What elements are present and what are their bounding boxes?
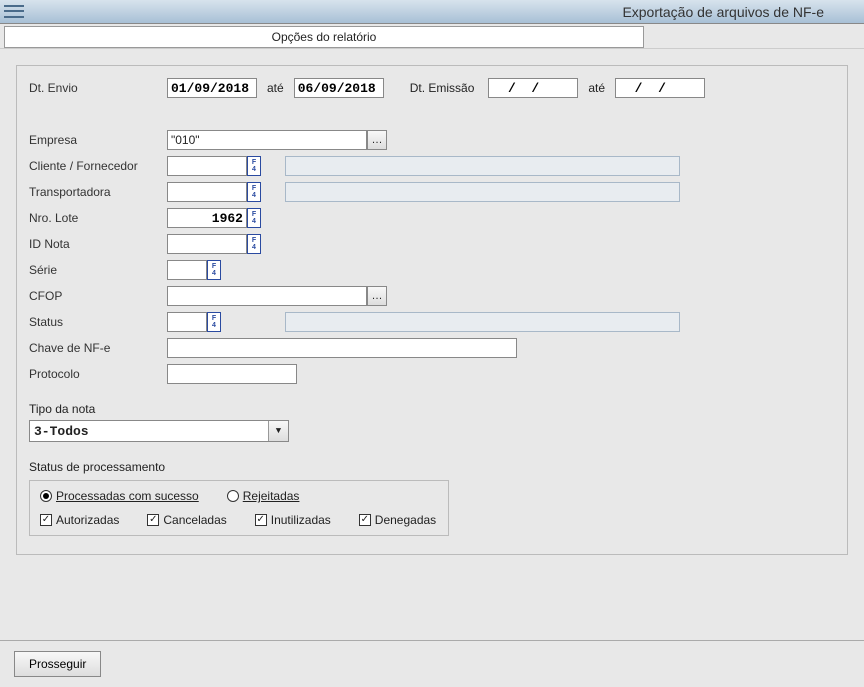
dt-envio-to[interactable] — [294, 78, 384, 98]
radio-processadas[interactable]: Processadas com sucesso — [40, 489, 199, 503]
footer: Prosseguir — [0, 640, 864, 687]
prosseguir-button[interactable]: Prosseguir — [14, 651, 101, 677]
menu-icon[interactable] — [4, 4, 24, 20]
serie-input[interactable] — [167, 260, 207, 280]
transportadora-input[interactable] — [167, 182, 247, 202]
check-canceladas-label: Canceladas — [163, 513, 226, 527]
chevron-down-icon: ▼ — [268, 421, 288, 441]
transportadora-display — [285, 182, 680, 202]
transportadora-label: Transportadora — [29, 185, 167, 199]
status-processamento-group: Processadas com sucesso Rejeitadas ✓ Aut… — [29, 480, 449, 536]
status-label: Status — [29, 315, 167, 329]
row-transportadora: Transportadora F4 — [29, 180, 835, 204]
row-lote: Nro. Lote F4 — [29, 206, 835, 230]
row-protocolo: Protocolo — [29, 362, 835, 386]
row-serie: Série F4 — [29, 258, 835, 282]
serie-f4-icon[interactable]: F4 — [207, 260, 221, 280]
check-inutilizadas-label: Inutilizadas — [271, 513, 331, 527]
lote-input[interactable] — [167, 208, 247, 228]
dt-emissao-label: Dt. Emissão — [410, 81, 475, 95]
cliente-input[interactable] — [167, 156, 247, 176]
row-dt-envio: Dt. Envio até Dt. Emissão até — [29, 76, 835, 100]
lote-label: Nro. Lote — [29, 211, 167, 225]
row-cliente: Cliente / Fornecedor F4 — [29, 154, 835, 178]
radio-rejeitadas-label: Rejeitadas — [243, 489, 300, 503]
idnota-label: ID Nota — [29, 237, 167, 251]
row-empresa: Empresa "010" … — [29, 128, 835, 152]
status-f4-icon[interactable]: F4 — [207, 312, 221, 332]
row-chave: Chave de NF-e — [29, 336, 835, 360]
check-autorizadas[interactable]: ✓ Autorizadas — [40, 513, 119, 527]
dt-envio-label: Dt. Envio — [29, 81, 167, 95]
tipo-select[interactable]: 3-Todos ▼ — [29, 420, 289, 442]
cfop-input[interactable] — [167, 286, 367, 306]
serie-label: Série — [29, 263, 167, 277]
check-canceladas[interactable]: ✓ Canceladas — [147, 513, 226, 527]
check-autorizadas-label: Autorizadas — [56, 513, 119, 527]
radio-processadas-label: Processadas com sucesso — [56, 489, 199, 503]
cliente-f4-icon[interactable]: F4 — [247, 156, 261, 176]
transportadora-f4-icon[interactable]: F4 — [247, 182, 261, 202]
status-input[interactable] — [167, 312, 207, 332]
ate-label-2: até — [588, 81, 605, 95]
cfop-label: CFOP — [29, 289, 167, 303]
empresa-lookup-button[interactable]: … — [367, 130, 387, 150]
cliente-label: Cliente / Fornecedor — [29, 159, 167, 173]
window-title: Exportação de arquivos de NF-e — [622, 4, 824, 20]
tipo-label: Tipo da nota — [29, 402, 835, 416]
chave-input[interactable] — [167, 338, 517, 358]
tab-opcoes[interactable]: Opções do relatório — [4, 26, 644, 48]
title-bar: Exportação de arquivos de NF-e — [0, 0, 864, 24]
radio-rejeitadas[interactable]: Rejeitadas — [227, 489, 300, 503]
form-panel: Dt. Envio até Dt. Emissão até Empresa "0… — [16, 65, 848, 555]
idnota-input[interactable] — [167, 234, 247, 254]
dt-envio-from[interactable] — [167, 78, 257, 98]
check-denegadas[interactable]: ✓ Denegadas — [359, 513, 436, 527]
protocolo-label: Protocolo — [29, 367, 167, 381]
cliente-display — [285, 156, 680, 176]
check-inutilizadas[interactable]: ✓ Inutilizadas — [255, 513, 331, 527]
empresa-label: Empresa — [29, 133, 167, 147]
cfop-lookup-button[interactable]: … — [367, 286, 387, 306]
chave-label: Chave de NF-e — [29, 341, 167, 355]
row-cfop: CFOP … — [29, 284, 835, 308]
row-idnota: ID Nota F4 — [29, 232, 835, 256]
idnota-f4-icon[interactable]: F4 — [247, 234, 261, 254]
ate-label-1: até — [267, 81, 284, 95]
stproc-label: Status de processamento — [29, 460, 835, 474]
tab-row: Opções do relatório — [0, 24, 864, 49]
empresa-input[interactable]: "010" — [167, 130, 367, 150]
dt-emissao-from[interactable] — [488, 78, 578, 98]
dt-emissao-to[interactable] — [615, 78, 705, 98]
tipo-value: 3-Todos — [34, 424, 89, 439]
protocolo-input[interactable] — [167, 364, 297, 384]
check-denegadas-label: Denegadas — [375, 513, 436, 527]
row-status: Status F4 — [29, 310, 835, 334]
lote-f4-icon[interactable]: F4 — [247, 208, 261, 228]
status-display — [285, 312, 680, 332]
